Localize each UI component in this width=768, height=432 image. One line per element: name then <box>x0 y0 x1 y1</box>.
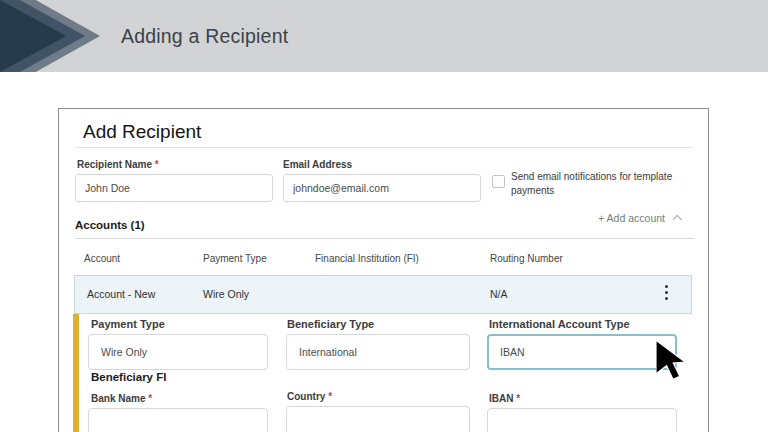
account-row-payment-type: Wire Only <box>203 276 249 313</box>
mouse-cursor <box>656 340 686 380</box>
bank-name-required: * <box>148 393 152 404</box>
page-title: Adding a Recipient <box>121 0 288 72</box>
iban-label-text: IBAN <box>489 393 513 404</box>
payment-type-select[interactable]: Wire Only <box>88 334 268 370</box>
card-title: Add Recipient <box>83 121 201 143</box>
iban-input[interactable] <box>487 408 677 432</box>
email-label: Email Address <box>283 159 352 170</box>
chevron-decoration-icon <box>0 0 110 72</box>
country-label: Country * <box>287 391 332 402</box>
account-row-routing: N/A <box>490 276 508 313</box>
bank-name-label: Bank Name * <box>91 393 152 404</box>
beneficiary-type-value: International <box>299 346 357 358</box>
email-input[interactable] <box>283 174 481 202</box>
header-band: Adding a Recipient <box>0 0 768 72</box>
recipient-name-input[interactable] <box>75 174 273 202</box>
account-row-name: Account - New <box>87 276 155 313</box>
recipient-name-label: Recipient Name * <box>77 159 159 170</box>
beneficiary-type-select[interactable]: International <box>286 334 470 370</box>
add-account-label: + Add account <box>598 212 665 224</box>
col-header-account: Account <box>84 253 120 264</box>
accounts-heading: Accounts (1) <box>75 219 145 231</box>
country-required: * <box>328 391 332 402</box>
intl-account-type-label: International Account Type <box>489 318 630 330</box>
intl-account-type-value: IBAN <box>500 346 525 358</box>
recipient-name-label-text: Recipient Name <box>77 159 152 170</box>
email-notifications-checkbox[interactable] <box>492 175 505 188</box>
bank-name-input[interactable] <box>88 408 268 432</box>
payment-type-label: Payment Type <box>91 318 165 330</box>
col-header-financial-institution: Financial Institution (FI) <box>315 253 419 264</box>
collapse-accounts-icon[interactable] <box>673 215 682 224</box>
iban-label: IBAN * <box>489 393 520 404</box>
title-divider <box>75 147 693 148</box>
intl-account-type-select[interactable]: IBAN <box>487 334 677 370</box>
page: Adding a Recipient Add Recipient Recipie… <box>0 0 768 432</box>
col-header-routing-number: Routing Number <box>490 253 563 264</box>
add-account-button[interactable]: + Add account <box>598 212 681 224</box>
email-notifications-label: Send email notifications for template pa… <box>511 170 674 198</box>
beneficiary-fi-heading: Beneficiary FI <box>91 371 166 383</box>
account-row[interactable]: Account - New Wire Only N/A <box>74 275 692 314</box>
recipient-name-required: * <box>155 159 159 170</box>
country-label-text: Country <box>287 391 325 402</box>
accounts-divider <box>75 238 694 239</box>
iban-required: * <box>516 393 520 404</box>
country-select[interactable] <box>286 406 470 432</box>
bank-name-label-text: Bank Name <box>91 393 145 404</box>
add-recipient-card: Add Recipient Recipient Name * Email Add… <box>58 108 709 432</box>
account-row-menu-icon[interactable] <box>656 280 676 304</box>
expanded-section-accent-bar <box>73 314 79 432</box>
payment-type-value: Wire Only <box>101 346 147 358</box>
beneficiary-type-label: Beneficiary Type <box>287 318 374 330</box>
col-header-payment-type: Payment Type <box>203 253 267 264</box>
